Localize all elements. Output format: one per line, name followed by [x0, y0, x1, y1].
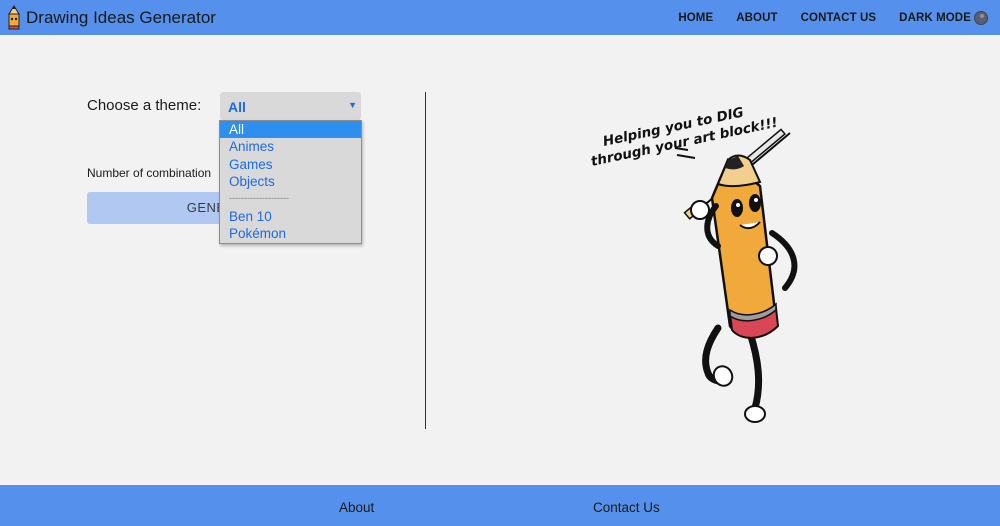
theme-option-ben10[interactable]: Ben 10 [220, 208, 361, 225]
top-navbar: Drawing Ideas Generator HOME ABOUT CONTA… [0, 0, 1000, 35]
theme-option-pokemon[interactable]: Pokémon [220, 225, 361, 242]
nav-contact-link[interactable]: CONTACT US [801, 12, 877, 24]
dark-mode-label: DARK MODE [899, 11, 971, 24]
theme-option-animes[interactable]: Animes [220, 138, 361, 155]
brand-link[interactable]: Drawing Ideas Generator [0, 0, 216, 35]
footer-contact-link[interactable]: Contact Us [593, 500, 660, 515]
combination-label: Number of combination [87, 166, 212, 180]
theme-option-games[interactable]: Games [220, 156, 361, 173]
vertical-divider [425, 92, 426, 429]
theme-label: Choose a theme: [87, 97, 202, 114]
theme-option-all[interactable]: All [220, 121, 361, 139]
pencil-mascot-illustration: Helping you to DIG through your art bloc… [590, 104, 798, 423]
theme-option-objects[interactable]: Objects [220, 173, 361, 190]
theme-option-separator: -------------------- [229, 192, 289, 203]
footer-about-link[interactable]: About [339, 500, 374, 515]
dark-mode-toggle[interactable]: DARK MODE [899, 10, 988, 25]
theme-select-value: All [228, 99, 246, 115]
nav-home-link[interactable]: HOME [678, 12, 713, 24]
footer: About Contact Us [0, 485, 1000, 526]
theme-dropdown-list: All Animes Games Objects ---------------… [219, 120, 362, 244]
nav-links: HOME ABOUT CONTACT US DARK MODE [678, 0, 988, 35]
nav-about-link[interactable]: ABOUT [736, 12, 777, 24]
moon-icon [974, 10, 988, 25]
chevron-down-icon: ▼ [348, 100, 357, 110]
app-title: Drawing Ideas Generator [26, 7, 216, 27]
theme-select[interactable]: All ▼ [220, 92, 361, 120]
pencil-logo-icon [8, 4, 20, 29]
